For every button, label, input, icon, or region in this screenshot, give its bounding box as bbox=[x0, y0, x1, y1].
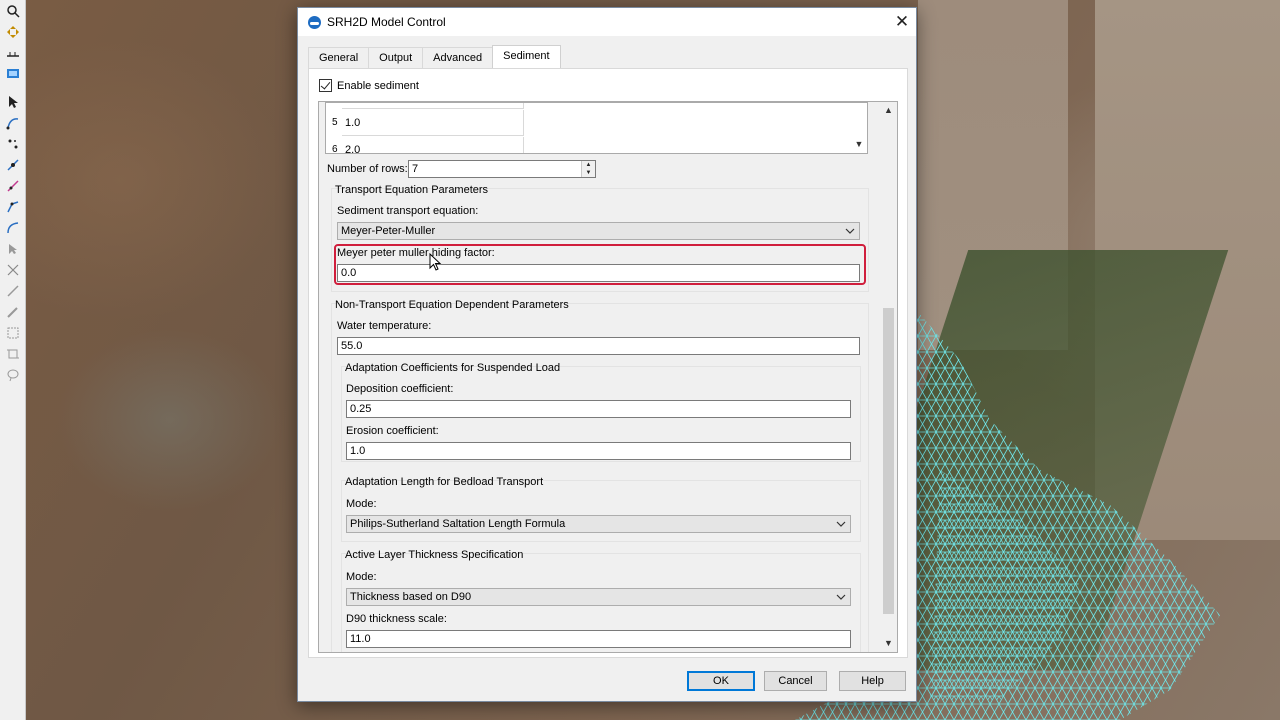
chevron-down-icon[interactable]: ▼ bbox=[880, 635, 897, 652]
chevron-down-icon bbox=[836, 521, 846, 527]
water-temperature-label: Water temperature: bbox=[337, 320, 432, 332]
d90-thickness-scale-label: D90 thickness scale: bbox=[346, 613, 447, 625]
table-row-number: 6 bbox=[332, 144, 338, 154]
select-point-icon[interactable] bbox=[3, 134, 23, 154]
sediment-transport-equation-label: Sediment transport equation: bbox=[337, 205, 479, 217]
active-layer-mode-select[interactable]: Thickness based on D90 bbox=[346, 588, 851, 606]
mouse-cursor-icon bbox=[429, 253, 442, 271]
vertical-scrollbar[interactable]: ▲ ▼ bbox=[880, 102, 897, 652]
cancel-button[interactable]: Cancel bbox=[764, 671, 827, 691]
number-of-rows-spinner[interactable]: 7 ▲ ▼ bbox=[408, 160, 596, 178]
sediment-scroll-area[interactable]: 5 1.0 6 2.0 ▼ Number of rows: 7 ▲ ▼ Trans… bbox=[318, 101, 898, 653]
sediment-transport-equation-value: Meyer-Peter-Muller bbox=[341, 225, 436, 237]
adaptation-suspended-title: Adaptation Coefficients for Suspended Lo… bbox=[345, 362, 561, 374]
bedload-mode-label: Mode: bbox=[346, 498, 377, 510]
srh2d-app-icon bbox=[308, 15, 321, 29]
create-vertex-icon[interactable] bbox=[3, 176, 23, 196]
sediment-scroll-content: 5 1.0 6 2.0 ▼ Number of rows: 7 ▲ ▼ Trans… bbox=[319, 102, 875, 652]
table-scrollbar[interactable]: ▼ bbox=[851, 103, 867, 153]
enable-sediment-checkbox[interactable] bbox=[319, 79, 332, 92]
highlight-annotation bbox=[334, 244, 866, 285]
chevron-down-icon[interactable]: ▼ bbox=[851, 139, 867, 153]
transport-group-title: Transport Equation Parameters bbox=[335, 184, 489, 196]
search-icon[interactable] bbox=[3, 1, 23, 21]
spinner-arrows[interactable]: ▲ ▼ bbox=[581, 161, 595, 177]
sediment-tab-panel: Enable sediment 5 1.0 6 2.0 ▼ Number of … bbox=[308, 68, 908, 658]
close-icon[interactable]: ✕ bbox=[888, 8, 916, 36]
chevron-down-icon bbox=[845, 228, 855, 234]
deposition-coefficient-label: Deposition coefficient: bbox=[346, 383, 454, 395]
bedload-mode-select[interactable]: Philips-Sutherland Saltation Length Form… bbox=[346, 515, 851, 533]
pencil-icon[interactable] bbox=[3, 302, 23, 322]
table-cell[interactable] bbox=[342, 103, 524, 109]
number-of-rows-value: 7 bbox=[412, 163, 419, 175]
scrollbar-thumb[interactable] bbox=[883, 308, 894, 614]
crop-icon[interactable] bbox=[3, 344, 23, 364]
enable-sediment-row[interactable]: Enable sediment bbox=[319, 79, 419, 92]
tab-bar: General Output Advanced Sediment bbox=[308, 45, 561, 68]
erosion-coefficient-label: Erosion coefficient: bbox=[346, 425, 439, 437]
active-layer-mode-label: Mode: bbox=[346, 571, 377, 583]
d90-thickness-scale-input[interactable]: 11.0 bbox=[346, 630, 851, 648]
create-arc-curve-icon[interactable] bbox=[3, 218, 23, 238]
table-cell[interactable]: 1.0 bbox=[342, 110, 524, 136]
select-polygon-icon[interactable] bbox=[3, 239, 23, 259]
create-arc-icon[interactable] bbox=[3, 113, 23, 133]
line-tool-icon[interactable] bbox=[3, 281, 23, 301]
table-row-number: 5 bbox=[332, 117, 338, 128]
ruler-icon[interactable] bbox=[3, 43, 23, 63]
active-layer-title: Active Layer Thickness Specification bbox=[345, 549, 524, 561]
erosion-coefficient-input[interactable]: 1.0 bbox=[346, 442, 851, 460]
non-transport-group-title: Non-Transport Equation Dependent Paramet… bbox=[335, 299, 569, 311]
rectangle-select-icon[interactable] bbox=[3, 323, 23, 343]
chevron-down-icon bbox=[836, 594, 846, 600]
adaptation-bedload-title: Adaptation Length for Bedload Transport bbox=[345, 476, 544, 488]
gradation-table[interactable]: 5 1.0 6 2.0 ▼ bbox=[325, 102, 868, 154]
number-of-rows-label: Number of rows: bbox=[327, 163, 408, 175]
table-cell[interactable]: 2.0 bbox=[342, 137, 524, 153]
enable-sediment-label: Enable sediment bbox=[337, 79, 419, 92]
tab-sediment[interactable]: Sediment bbox=[492, 45, 561, 68]
help-button[interactable]: Help bbox=[839, 671, 906, 691]
transform-icon[interactable] bbox=[3, 260, 23, 280]
select-arc-icon[interactable] bbox=[3, 197, 23, 217]
display-options-icon[interactable] bbox=[3, 64, 23, 84]
dialog-titlebar: SRH2D Model Control ✕ bbox=[298, 8, 916, 36]
tab-advanced[interactable]: Advanced bbox=[422, 47, 494, 68]
select-arrow-icon[interactable] bbox=[3, 92, 23, 112]
active-layer-mode-value: Thickness based on D90 bbox=[350, 591, 472, 603]
pan-icon[interactable] bbox=[3, 22, 23, 42]
sediment-transport-equation-select[interactable]: Meyer-Peter-Muller bbox=[337, 222, 860, 240]
tab-output[interactable]: Output bbox=[368, 47, 424, 68]
left-toolbar bbox=[0, 0, 26, 720]
ok-button[interactable]: OK bbox=[687, 671, 755, 691]
water-temperature-input[interactable]: 55.0 bbox=[337, 337, 860, 355]
chevron-up-icon[interactable]: ▲ bbox=[880, 102, 897, 119]
bedload-mode-value: Philips-Sutherland Saltation Length Form… bbox=[350, 518, 566, 530]
dialog-title: SRH2D Model Control bbox=[327, 15, 446, 29]
create-point-icon[interactable] bbox=[3, 155, 23, 175]
model-control-dialog: SRH2D Model Control ✕ General Output Adv… bbox=[297, 7, 917, 702]
tab-general[interactable]: General bbox=[308, 47, 370, 68]
deposition-coefficient-input[interactable]: 0.25 bbox=[346, 400, 851, 418]
lasso-icon[interactable] bbox=[3, 365, 23, 385]
